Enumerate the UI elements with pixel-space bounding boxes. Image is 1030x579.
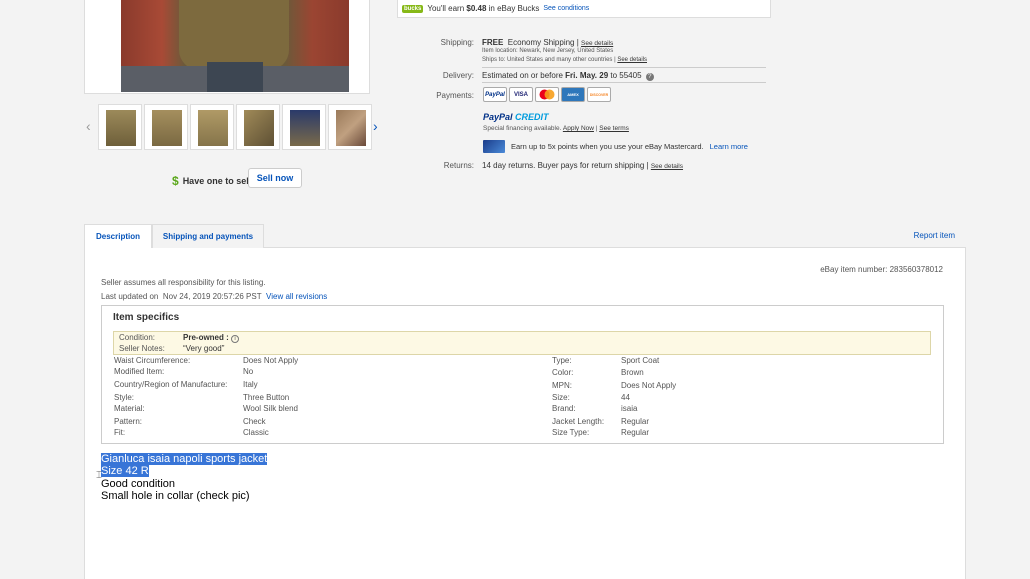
spec-key: Material:	[114, 404, 145, 413]
spec-value: Does Not Apply	[621, 381, 677, 390]
ships-to: Ships to: United States and many other c…	[482, 57, 647, 63]
seller-notes-label: Seller Notes:	[119, 344, 165, 353]
returns-value: 14 day returns. Buyer pays for return sh…	[482, 161, 684, 170]
see-terms-link[interactable]: See terms	[599, 125, 629, 132]
mastercard-promo-text: Earn up to 5x points when you use your e…	[511, 142, 704, 151]
seller-responsibility: Seller assumes all responsibility for th…	[101, 278, 266, 287]
spec-key: Color:	[552, 368, 574, 377]
description-line-2: Size 42 R	[101, 465, 149, 477]
spec-value: isaia	[621, 404, 638, 413]
carousel-prev-icon[interactable]: ‹	[86, 118, 91, 134]
thumbnail-5[interactable]	[282, 104, 326, 150]
info-icon[interactable]: ?	[645, 73, 654, 81]
amex-card-icon: AMEX	[561, 87, 585, 102]
bucks-text: You'll earn $0.48 in eBay Bucks	[427, 4, 540, 13]
sell-prompt: $ Have one to sell?	[172, 174, 257, 188]
spec-value: Does Not Apply	[243, 356, 299, 365]
spec-value: Sport Coat	[621, 356, 660, 365]
spec-key: Brand:	[552, 404, 576, 413]
spec-value: Italy	[243, 380, 258, 389]
last-updated: Last updated on Nov 24, 2019 20:57:26 PS…	[101, 292, 328, 301]
legs-shape	[207, 62, 263, 92]
spec-key: Type:	[552, 356, 572, 365]
main-product-image[interactable]	[121, 0, 349, 92]
sell-now-button[interactable]: Sell now	[248, 168, 302, 188]
item-location: Item location: Newark, New Jersey, Unite…	[482, 48, 614, 54]
spec-key: Size Type:	[552, 428, 590, 437]
spec-key: Country/Region of Manufacture:	[114, 380, 228, 389]
discover-card-icon: DISCOVER	[587, 87, 611, 102]
financing-text: Special financing available. Apply Now |…	[483, 125, 629, 132]
thumbnail-3[interactable]	[190, 104, 234, 150]
ships-to-details-link[interactable]: See details	[617, 57, 647, 63]
thumbnail-2[interactable]	[144, 104, 188, 150]
spec-key: Pattern:	[114, 417, 143, 426]
bucks-badge: bucks	[402, 4, 424, 13]
thumbnail-6[interactable]	[328, 104, 372, 150]
sell-prompt-text: Have one to sell?	[182, 176, 257, 186]
spec-key: Size:	[552, 393, 570, 402]
item-specifics-box	[101, 305, 944, 444]
condition-info-icon[interactable]: i	[231, 335, 240, 343]
payment-cards: PayPal VISA AMEX DISCOVER	[483, 87, 611, 102]
text-cursor-icon: ⌶	[96, 470, 102, 481]
shipping-label: Shipping:	[440, 38, 474, 47]
paypal-card-icon: PayPal	[483, 87, 507, 102]
spec-value: Classic	[243, 428, 269, 437]
payments-label: Payments:	[436, 91, 474, 100]
spec-value: Wool Silk blend	[243, 404, 298, 413]
divider	[482, 82, 766, 83]
spec-value: Check	[243, 417, 266, 426]
ebay-bucks-box: bucks You'll earn $0.48 in eBay Bucks Se…	[397, 0, 771, 18]
spec-value: Three Button	[243, 393, 290, 402]
spec-value: Regular	[621, 417, 650, 426]
description-line-3: Good condition	[101, 478, 175, 490]
shipping-details-link[interactable]: See details	[581, 40, 613, 47]
tab-description[interactable]: Description	[84, 224, 152, 248]
mastercard-icon	[535, 87, 559, 102]
paypal-credit-logo: PayPal CREDIT	[483, 112, 549, 122]
condition-label: Condition:	[119, 333, 156, 342]
shipping-value: FREE Economy Shipping | See details	[482, 38, 614, 47]
mastercard-promo: Earn up to 5x points when you use your e…	[483, 140, 748, 153]
main-image-frame	[84, 0, 370, 94]
delivery-value: Estimated on or before Fri. May. 29 to 5…	[482, 71, 654, 81]
carousel-next-icon[interactable]: ›	[373, 118, 378, 134]
thumbnail-1[interactable]	[98, 104, 142, 150]
description-line-4: Small hole in collar (check pic)	[101, 490, 250, 502]
tab-shipping-payments[interactable]: Shipping and payments	[152, 224, 264, 248]
seller-notes-value: “Very good”	[183, 344, 225, 353]
delivery-label: Delivery:	[442, 71, 474, 80]
spec-key: Style:	[114, 393, 135, 402]
item-specifics-title: Item specifics	[113, 312, 180, 323]
report-item-link[interactable]: Report item	[914, 231, 955, 240]
learn-more-link[interactable]: Learn more	[710, 142, 748, 151]
condition-value: Pre-owned : i	[183, 333, 240, 343]
view-revisions-link[interactable]: View all revisions	[266, 292, 327, 301]
ebay-mastercard-icon	[483, 140, 505, 153]
ebay-item-number: eBay item number: 283560378012	[820, 265, 943, 274]
spec-value: Brown	[621, 368, 644, 377]
returns-details-link[interactable]: See details	[651, 163, 683, 170]
spec-key: Waist Circumference:	[114, 356, 191, 365]
thumbnail-list	[98, 104, 372, 150]
spec-key: Modified Item:	[114, 367, 165, 376]
spec-key: Fit:	[114, 428, 126, 437]
bucks-conditions-link[interactable]: See conditions	[543, 5, 589, 12]
description-line-1: Gianluca isaia napoli sports jacket	[101, 453, 268, 465]
spec-key: Jacket Length:	[552, 417, 605, 426]
divider	[482, 67, 766, 68]
spec-key: MPN:	[552, 381, 572, 390]
returns-label: Returns:	[443, 161, 474, 170]
thumbnail-4[interactable]	[236, 104, 280, 150]
apply-now-link[interactable]: Apply Now	[563, 125, 594, 132]
visa-card-icon: VISA	[509, 87, 533, 102]
dollar-icon: $	[172, 174, 179, 188]
spec-value: Regular	[621, 428, 650, 437]
spec-value: No	[243, 367, 254, 376]
spec-value: 44	[621, 393, 630, 402]
jacket-shape	[179, 0, 289, 70]
thumbnail-carousel: ‹ ›	[84, 104, 386, 152]
